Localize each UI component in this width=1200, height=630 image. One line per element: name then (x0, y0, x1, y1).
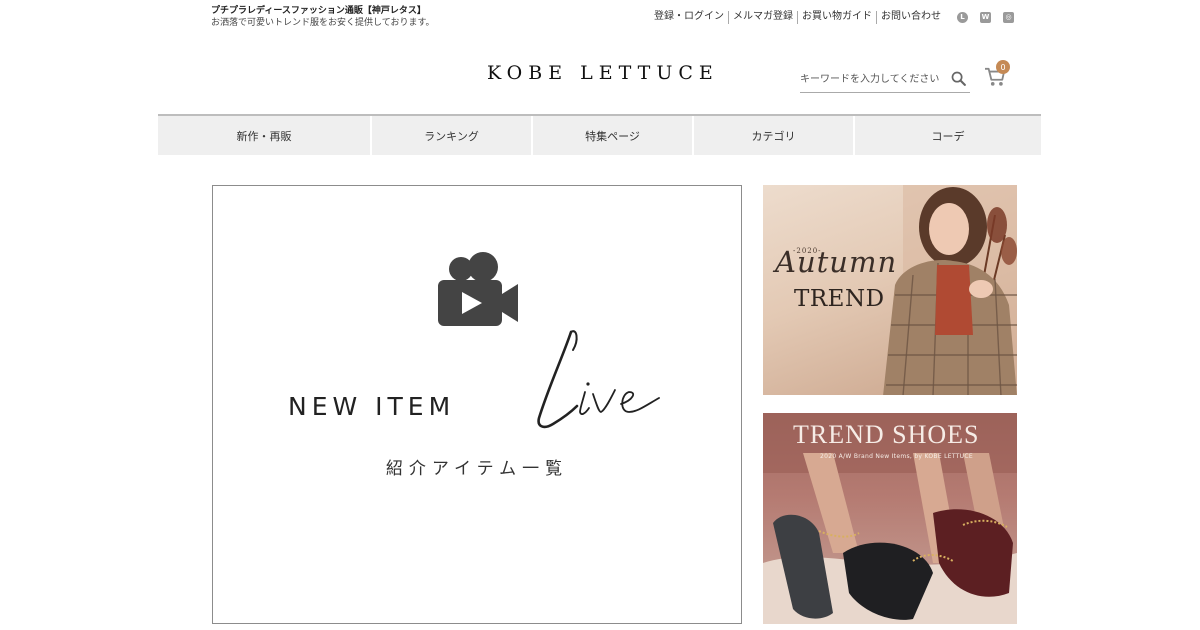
nav-item-features[interactable]: 特集ページ (533, 116, 694, 155)
trend-shoes-banner[interactable]: TREND SHOES 2020 A/W Brand New Items, by… (763, 413, 1017, 624)
instagram-icon[interactable]: ◎ (1003, 11, 1014, 23)
shopping-guide-link[interactable]: お買い物ガイド (798, 10, 876, 24)
login-link[interactable]: 登録・ログイン (650, 10, 728, 24)
nav-item-category[interactable]: カテゴリ (694, 116, 855, 155)
line-icon[interactable]: L (957, 11, 968, 23)
search-box (800, 66, 970, 93)
banner-subheading: 紹介アイテム一覧 (385, 459, 569, 479)
video-camera-icon (438, 252, 518, 326)
site-logo[interactable]: KOBE LETTUCE (487, 62, 719, 84)
new-item-live-banner[interactable]: NEW ITEM 紹介アイテム一覧 (212, 185, 742, 624)
wear-icon[interactable]: W (980, 11, 991, 23)
social-links: L W ◎ (957, 11, 1014, 23)
nav-item-ranking[interactable]: ランキング (372, 116, 533, 155)
trend-shoes-subtitle: 2020 A/W Brand New Items, by KOBE LETTUC… (820, 453, 973, 460)
banner-heading: NEW ITEM (288, 392, 456, 421)
newsletter-link[interactable]: メルマガ登録 (729, 10, 797, 24)
autumn-trend-banner[interactable]: -2020- Autumn TREND (763, 185, 1017, 395)
autumn-trend-title: TREND (794, 286, 885, 312)
cart-button[interactable]: 0 (984, 60, 1012, 90)
nav-item-new-arrivals[interactable]: 新作・再販 (158, 116, 372, 155)
tagline-subtitle: お洒落で可愛いトレンド服をお安く提供しております。 (211, 18, 435, 28)
contact-link[interactable]: お問い合わせ (877, 10, 945, 24)
live-script-logo (537, 330, 660, 429)
site-tagline: プチプラレディースファッション通販【神戸レタス】 お洒落で可愛いトレンド服をお安… (211, 5, 435, 29)
autumn-script-title: Autumn (775, 245, 898, 279)
search-icon[interactable] (950, 70, 967, 87)
nav-item-coordinate[interactable]: コーデ (855, 116, 1041, 155)
utility-nav: 登録・ログイン メルマガ登録 お買い物ガイド お問い合わせ L W ◎ (650, 10, 1014, 24)
trend-shoes-title: TREND SHOES (793, 420, 980, 449)
search-input[interactable] (800, 69, 946, 89)
cart-count-badge: 0 (996, 60, 1010, 74)
global-nav: 新作・再販 ランキング 特集ページ カテゴリ コーデ (158, 114, 1041, 155)
tagline-title: プチプラレディースファッション通販【神戸レタス】 (211, 6, 426, 16)
